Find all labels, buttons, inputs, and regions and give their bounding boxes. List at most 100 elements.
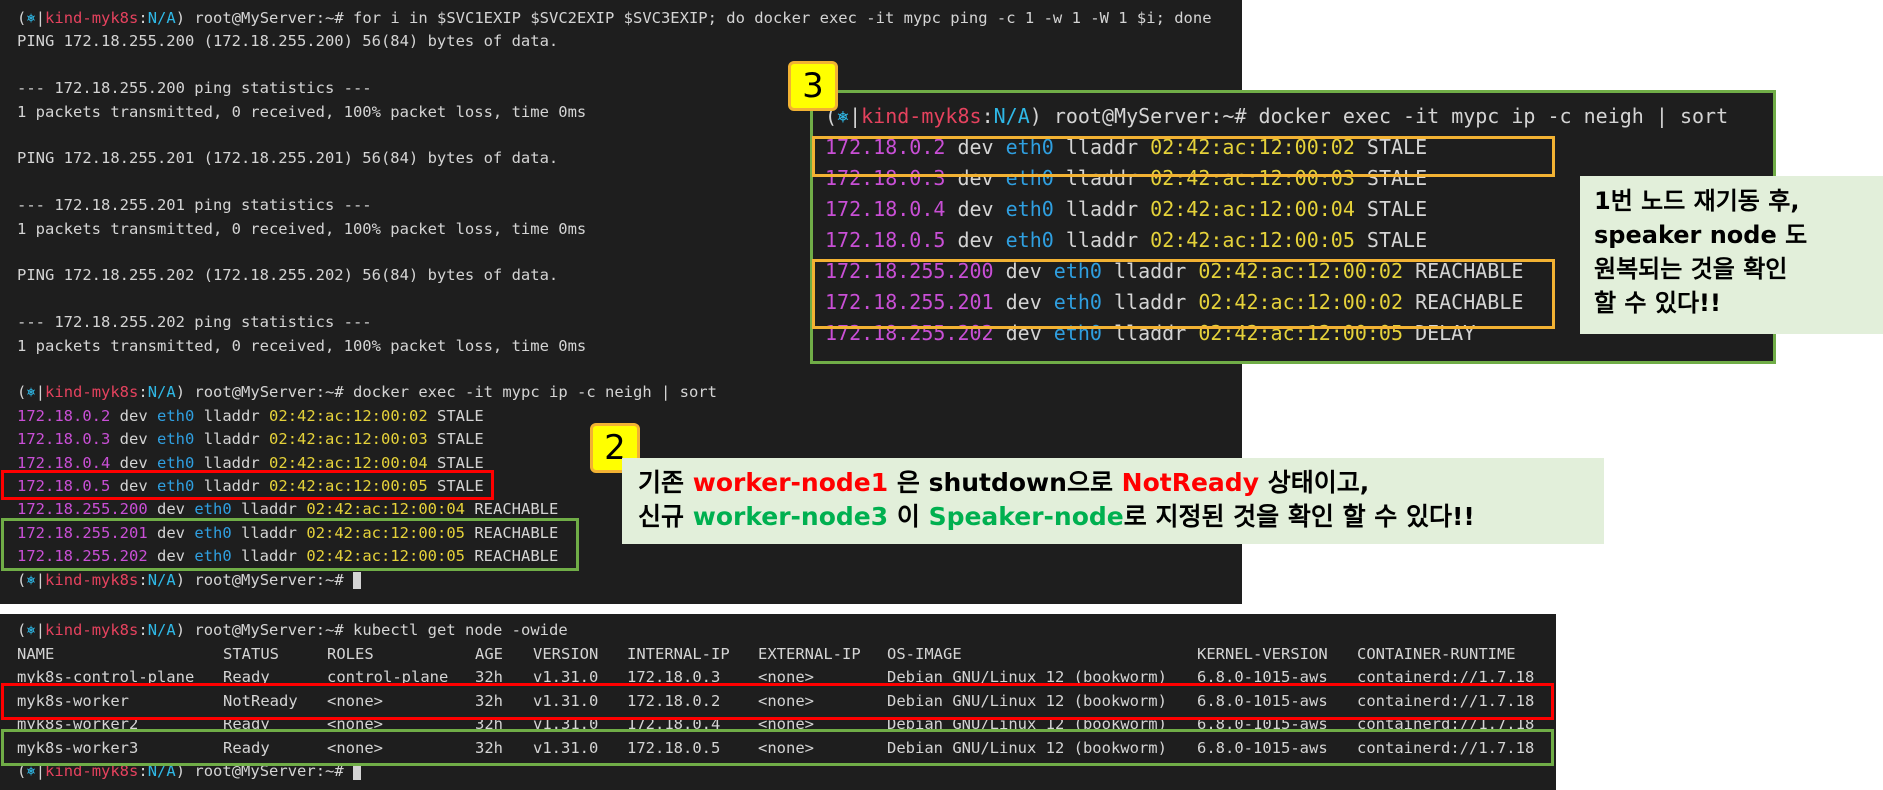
ping-output-text: 1 packets transmitted, 0 received, 100% … <box>17 102 587 121</box>
neigh-ip: 172.18.0.4 <box>17 453 111 472</box>
neigh-ip: 172.18.0.2 <box>17 406 111 425</box>
highlight-reachable-200-201-box <box>812 259 1555 329</box>
prompt-colon: : <box>138 570 148 589</box>
callout-step-3: 1번 노드 재기동 후, speaker node 도 원복되는 것을 확인 할… <box>1580 176 1883 334</box>
callout2-text: 은 shutdown으로 <box>888 468 1122 497</box>
callout-step-2-line-2: 신규 worker-node3 이 Speaker-node로 지정된 것을 확… <box>638 500 1604 534</box>
table-header-cell: VERSION <box>533 644 599 663</box>
neigh-interface: eth0 <box>1005 228 1054 252</box>
neigh-interface: eth0 <box>157 406 195 425</box>
neigh-mac: 02:42:ac:12:00:04 <box>306 500 465 519</box>
neigh-dev-word: dev <box>157 500 185 519</box>
highlight-worker3-box <box>1 729 1554 766</box>
prompt-colon: : <box>138 9 148 27</box>
callout2-text: 기존 <box>638 468 693 497</box>
prompt-colon: : <box>138 383 148 402</box>
prompt-sep: | <box>35 621 46 639</box>
neigh-lladdr-word: lladdr <box>1065 228 1139 252</box>
callout-step-2-line-1: 기존 worker-node1 은 shutdown으로 NotReady 상태… <box>638 466 1604 500</box>
neigh-state: STALE <box>437 430 484 449</box>
neigh-ip: 172.18.0.3 <box>17 430 111 449</box>
ping-output-text: PING 172.18.255.202 (172.18.255.202) 56(… <box>17 266 559 285</box>
prompt-paren: ) <box>175 383 186 402</box>
prompt-userhost: root@MyServer:~# <box>1041 104 1259 128</box>
prompt-sep: | <box>849 104 862 128</box>
neigh-mac: 02:42:ac:12:00:04 <box>269 453 428 472</box>
prompt-context: kind-myk8s <box>45 383 139 402</box>
ping-output-text: 1 packets transmitted, 0 received, 100% … <box>17 219 587 238</box>
neigh-state: STALE <box>437 453 484 472</box>
prompt-namespace: N/A <box>147 9 176 27</box>
callout3-line: 1번 노드 재기동 후, <box>1594 187 1800 215</box>
neigh-interface: eth0 <box>194 500 232 519</box>
kubernetes-icon: ⎈ <box>26 9 36 27</box>
highlight-worker-notready-box <box>1 683 1554 720</box>
neigh-lladdr-word: lladdr <box>203 406 260 425</box>
neigh-dev-word: dev <box>957 228 994 252</box>
kubernetes-icon: ⎈ <box>26 570 36 589</box>
ping-output-text: --- 172.18.255.201 ping statistics --- <box>17 196 372 215</box>
table-header-cell: EXTERNAL-IP <box>758 644 861 663</box>
kubernetes-icon: ⎈ <box>26 383 36 402</box>
callout2-text: 신규 <box>638 502 693 531</box>
prompt-namespace: N/A <box>993 104 1030 128</box>
neigh-lladdr-word: lladdr <box>203 453 260 472</box>
neigh-lladdr-word: lladdr <box>1065 197 1139 221</box>
prompt-sep: | <box>35 9 46 27</box>
neigh-dev-word: dev <box>119 430 148 449</box>
neigh-interface: eth0 <box>157 453 195 472</box>
neigh-interface: eth0 <box>1005 197 1054 221</box>
table-header-cell: KERNEL-VERSION <box>1197 644 1328 663</box>
neigh-mac: 02:42:ac:12:00:05 <box>1150 228 1355 252</box>
prompt-context: kind-myk8s <box>45 9 139 27</box>
prompt-userhost: root@MyServer:~# <box>185 570 354 589</box>
neigh-dev-word: dev <box>119 453 148 472</box>
callout3-line: 원복되는 것을 확인 <box>1594 255 1788 283</box>
neigh-mac: 02:42:ac:12:00:03 <box>269 430 428 449</box>
neigh-ip: 172.18.255.200 <box>17 500 148 519</box>
terminal-line: PING 172.18.255.200 (172.18.255.200) 56(… <box>0 30 1242 53</box>
neigh-lladdr-word: lladdr <box>241 500 298 519</box>
command-text: docker exec -it mypc ip -c neigh | sort <box>1258 104 1729 128</box>
neigh-mac: 02:42:ac:12:00:04 <box>1150 197 1355 221</box>
prompt-paren: ) <box>175 621 186 639</box>
callout2-text: 이 <box>888 502 929 531</box>
callout2-worker-node1: worker-node1 <box>692 468 889 497</box>
terminal-line: (⎈|kind-myk8s:N/A) root@MyServer:~# <box>0 569 1242 592</box>
terminal-line: (⎈|kind-myk8s:N/A) root@MyServer:~# kube… <box>0 619 1556 642</box>
neigh-state: STALE <box>1366 228 1428 252</box>
prompt-context: kind-myk8s <box>45 621 139 639</box>
neigh-interface: eth0 <box>157 430 195 449</box>
neigh-ip: 172.18.0.4 <box>825 197 946 221</box>
neigh-state: REACHABLE <box>474 500 559 519</box>
prompt-namespace: N/A <box>147 570 176 589</box>
table-header: NAME STATUS ROLES AGE VERSION INTERNAL-IP EXTE… <box>17 643 1547 666</box>
terminal-line: (⎈|kind-myk8s:N/A) root@MyServer:~# dock… <box>0 381 1242 404</box>
table-header-cell: NAME <box>17 644 55 663</box>
highlight-row-0-2-box <box>812 136 1555 177</box>
step-badge-3: 3 <box>788 61 838 111</box>
neigh-dev-word: dev <box>957 197 994 221</box>
terminal-line: (⎈|kind-myk8s:N/A) root@MyServer:~# for … <box>0 7 1242 30</box>
callout3-line: speaker node 도 <box>1594 221 1808 249</box>
prompt-paren: ) <box>175 9 186 27</box>
callout2-text: 로 지정된 것을 확인 할 수 있다!! <box>1123 502 1475 531</box>
prompt-context: kind-myk8s <box>861 104 982 128</box>
kubernetes-icon: ⎈ <box>26 621 36 639</box>
table-header-cell: STATUS <box>223 644 279 663</box>
neigh-mac: 02:42:ac:12:00:02 <box>269 406 428 425</box>
prompt-paren: ) <box>175 570 186 589</box>
prompt-namespace: N/A <box>147 383 176 402</box>
highlight-stale-0-5-box <box>1 470 494 500</box>
prompt-sep: | <box>35 383 46 402</box>
neigh-state: STALE <box>1366 197 1428 221</box>
table-header-cell: CONTAINER-RUNTIME <box>1357 644 1516 663</box>
prompt-paren: ) <box>1029 104 1042 128</box>
ping-output-text: PING 172.18.255.200 (172.18.255.200) 56(… <box>17 32 559 51</box>
callout3-line: 할 수 있다!! <box>1594 289 1721 317</box>
prompt-namespace: N/A <box>147 621 176 639</box>
ping-output-text: 1 packets transmitted, 0 received, 100% … <box>17 336 587 355</box>
neigh-dev-word: dev <box>119 406 148 425</box>
highlight-reachable-201-202-box <box>1 518 579 571</box>
